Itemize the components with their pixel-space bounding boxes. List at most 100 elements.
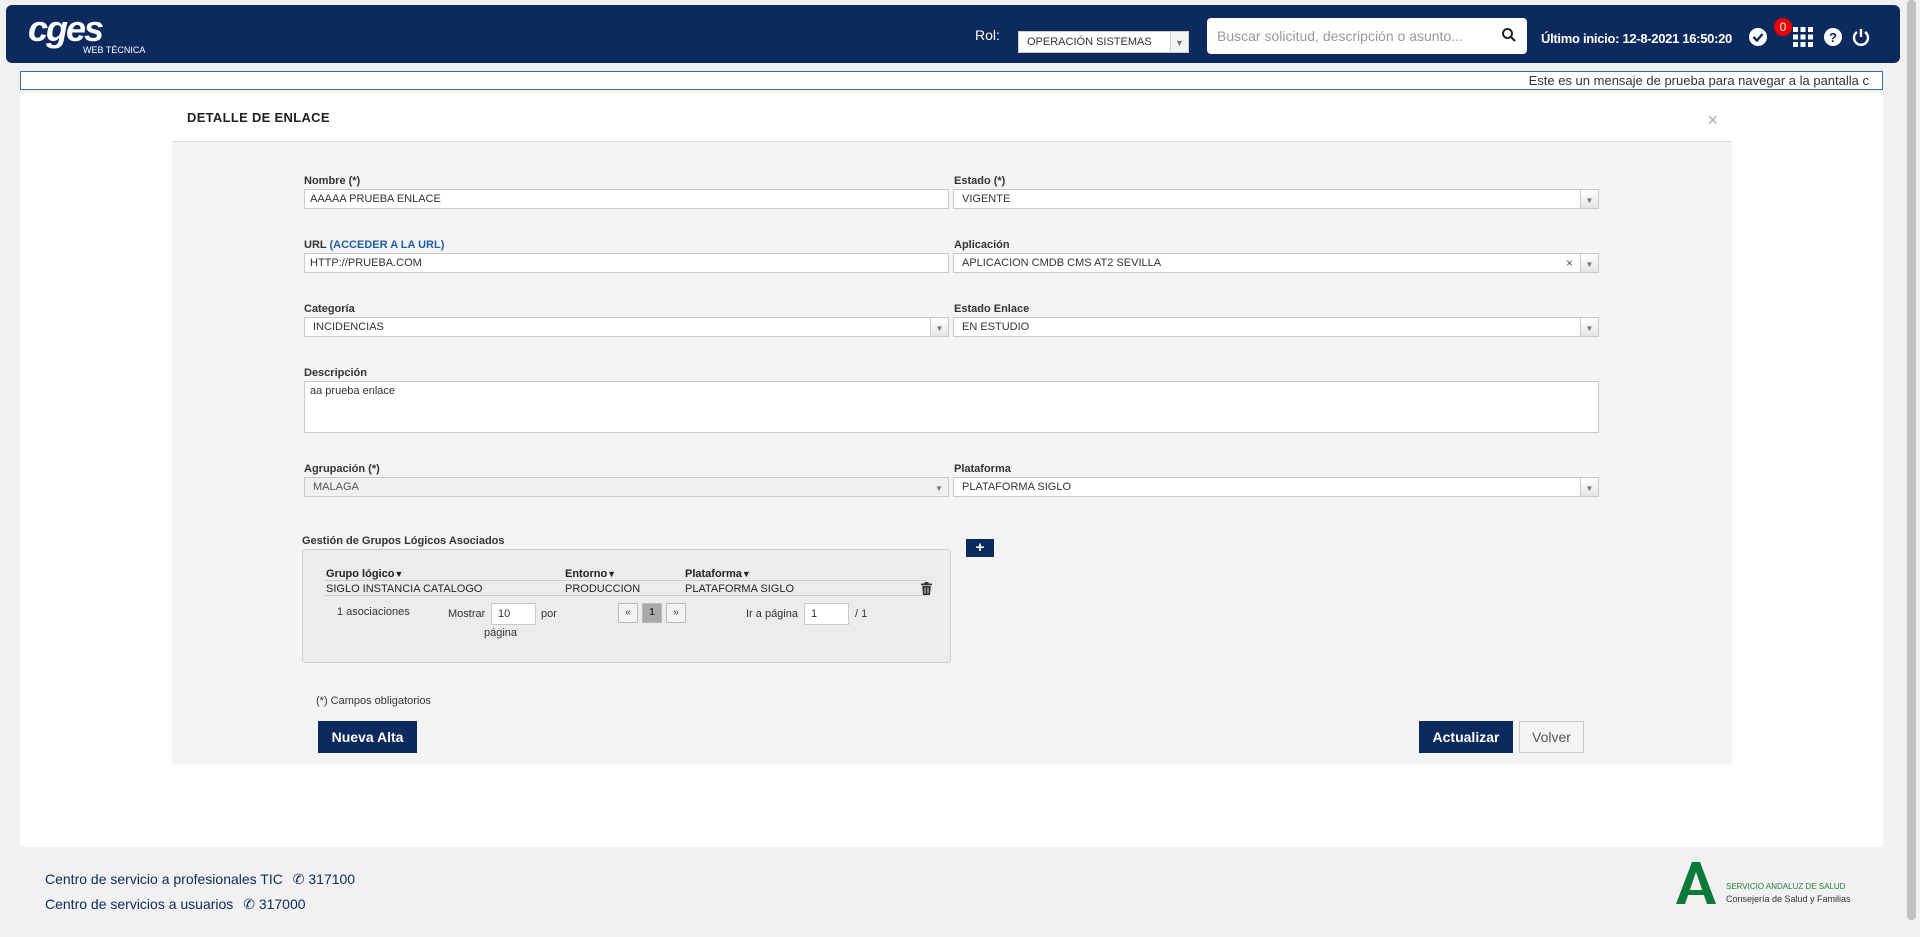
sort-down-icon: ▼ <box>607 569 617 579</box>
per-label: por <box>541 608 557 620</box>
back-button[interactable]: Volver <box>1519 721 1584 753</box>
scrollbar-thumb[interactable] <box>1907 0 1916 920</box>
phone-professionals: 317100 <box>308 871 356 887</box>
notification-badge: 0 <box>1774 18 1792 36</box>
close-icon[interactable]: × <box>1707 110 1718 131</box>
required-note: (*) Campos obligatorios <box>316 695 431 707</box>
help-icon[interactable]: ? <box>1823 27 1843 47</box>
estado-enlace-value: EN ESTUDIO <box>962 321 1030 333</box>
estado-enlace-select[interactable]: EN ESTUDIO ▼ <box>953 317 1599 337</box>
update-button[interactable]: Actualizar <box>1419 721 1513 753</box>
search-box <box>1207 18 1527 54</box>
modal-title: DETALLE DE ENLACE <box>187 110 330 125</box>
table-row-grupo: SIGLO INSTANCIA CATALOGO <box>326 583 483 595</box>
nombre-label: Nombre (*) <box>304 175 361 187</box>
top-navbar: cges WEB TÉCNICA Rol: OPERACIÓN SISTEMAS… <box>6 5 1900 63</box>
chevron-down-icon: ▼ <box>1580 254 1598 272</box>
footer-line-users: Centro de servicios a usuarios ✆ 317000 <box>45 896 306 912</box>
rol-label: Rol: <box>975 27 1000 43</box>
estado-label: Estado (*) <box>954 175 1006 187</box>
aplicacion-label: Aplicación <box>954 239 1010 251</box>
plataforma-select[interactable]: PLATAFORMA SIGLO ▼ <box>953 477 1599 497</box>
estado-value: VIGENTE <box>962 193 1011 205</box>
power-icon[interactable] <box>1851 27 1871 47</box>
announcement-marquee[interactable]: Este es un mensaje de prueba para navega… <box>20 71 1883 90</box>
footer-line-professionals: Centro de servicio a profesionales TIC ✆… <box>45 871 356 887</box>
agrupacion-label: Agrupación (*) <box>304 463 380 475</box>
divider <box>325 595 927 596</box>
sas-line1: SERVICIO ANDALUZ DE SALUD <box>1726 882 1846 891</box>
last-login-text: Último inicio: 12-8-2021 16:50:20 <box>1541 31 1732 46</box>
search-input[interactable] <box>1217 27 1487 45</box>
sas-logo: SERVICIO ANDALUZ DE SALUD Consejería de … <box>1672 860 1872 910</box>
logo-text: cges <box>28 8 104 49</box>
page-label: página <box>484 627 518 639</box>
check-circle-icon[interactable] <box>1748 27 1768 47</box>
descripcion-label: Descripción <box>304 367 367 379</box>
modal-header: DETALLE DE ENLACE × <box>172 100 1732 142</box>
nombre-value: AAAAA PRUEBA ENLACE <box>310 193 441 205</box>
goto-page-label: Ir a página <box>746 608 798 620</box>
aplicacion-select[interactable]: APLICACION CMDB CMS AT2 SEVILLA × ▼ <box>953 253 1599 273</box>
groups-table: Grupo lógico▼ Entorno▼ Plataforma▼ SIGLO… <box>302 549 951 663</box>
open-url-link[interactable]: (ACCEDER A LA URL) <box>329 239 444 251</box>
descripcion-textarea[interactable]: aa prueba enlace <box>304 381 1599 433</box>
page-size-input[interactable]: 10 <box>491 603 536 625</box>
agrupacion-select[interactable]: MALAGA ▼ <box>304 477 949 497</box>
current-page-button[interactable]: 1 <box>642 603 662 623</box>
rol-value: OPERACIÓN SISTEMAS <box>1027 36 1152 48</box>
url-label: URL (ACCEDER A LA URL) <box>304 239 444 251</box>
goto-page-input[interactable]: 1 <box>804 603 849 625</box>
junta-andalucia-icon <box>1676 862 1716 904</box>
logo-subtitle: WEB TÉCNICA <box>83 45 146 55</box>
divider <box>325 580 927 581</box>
table-row-plataforma: PLATAFORMA SIGLO <box>685 583 795 595</box>
col-header-plataforma[interactable]: Plataforma▼ <box>685 568 751 580</box>
estado-enlace-label: Estado Enlace <box>954 303 1030 315</box>
prev-page-button[interactable]: « <box>618 603 638 623</box>
add-group-button[interactable]: + <box>966 539 994 557</box>
aplicacion-value: APLICACION CMDB CMS AT2 SEVILLA <box>962 257 1162 269</box>
url-label-text: URL <box>304 239 327 251</box>
associations-count: 1 asociaciones <box>337 606 410 618</box>
chevron-down-icon: ▼ <box>930 318 948 336</box>
chevron-down-icon: ▼ <box>1170 32 1188 52</box>
phone-users: 317000 <box>258 896 306 912</box>
estado-select[interactable]: VIGENTE ▼ <box>953 189 1599 209</box>
nombre-input[interactable]: AAAAA PRUEBA ENLACE <box>304 189 949 209</box>
total-pages: / 1 <box>855 608 868 620</box>
phone-icon: ✆ <box>292 871 305 887</box>
url-value: HTTP://PRUEBA.COM <box>310 257 422 269</box>
plataforma-label: Plataforma <box>954 463 1011 475</box>
next-page-button[interactable]: » <box>666 603 686 623</box>
plataforma-value: PLATAFORMA SIGLO <box>962 481 1072 493</box>
rol-select[interactable]: OPERACIÓN SISTEMAS ▼ <box>1018 31 1189 53</box>
categoria-label: Categoría <box>304 303 355 315</box>
phone-icon: ✆ <box>243 896 255 912</box>
categoria-value: INCIDENCIAS <box>313 321 384 333</box>
url-input[interactable]: HTTP://PRUEBA.COM <box>304 253 949 273</box>
grid-apps-icon[interactable] <box>1793 27 1813 47</box>
clear-icon[interactable]: × <box>1566 256 1573 270</box>
col-header-entorno[interactable]: Entorno▼ <box>565 568 616 580</box>
cges-logo[interactable]: cges WEB TÉCNICA <box>28 8 145 56</box>
chevron-down-icon: ▼ <box>1580 478 1598 496</box>
categoria-select[interactable]: INCIDENCIAS ▼ <box>304 317 949 337</box>
new-button[interactable]: Nueva Alta <box>318 721 417 753</box>
sort-down-icon: ▼ <box>394 569 404 579</box>
descripcion-value: aa prueba enlace <box>310 385 396 397</box>
show-label: Mostrar <box>448 608 486 620</box>
sort-down-icon: ▼ <box>741 569 751 579</box>
page-scrollbar[interactable] <box>1903 0 1920 937</box>
chevron-down-icon: ▼ <box>935 484 943 493</box>
marquee-text: Este es un mensaje de prueba para navega… <box>1528 73 1869 88</box>
col-header-grupo[interactable]: Grupo lógico▼ <box>326 568 403 580</box>
footer <box>0 847 1920 937</box>
table-row-entorno: PRODUCCION <box>565 583 641 595</box>
sas-line2: Consejería de Salud y Familias <box>1726 894 1851 904</box>
groups-title: Gestión de Grupos Lógicos Asociados <box>302 535 505 547</box>
agrupacion-value: MALAGA <box>313 481 359 493</box>
svg-text:?: ? <box>1829 30 1837 45</box>
chevron-down-icon: ▼ <box>1580 318 1598 336</box>
search-icon[interactable] <box>1501 27 1517 46</box>
